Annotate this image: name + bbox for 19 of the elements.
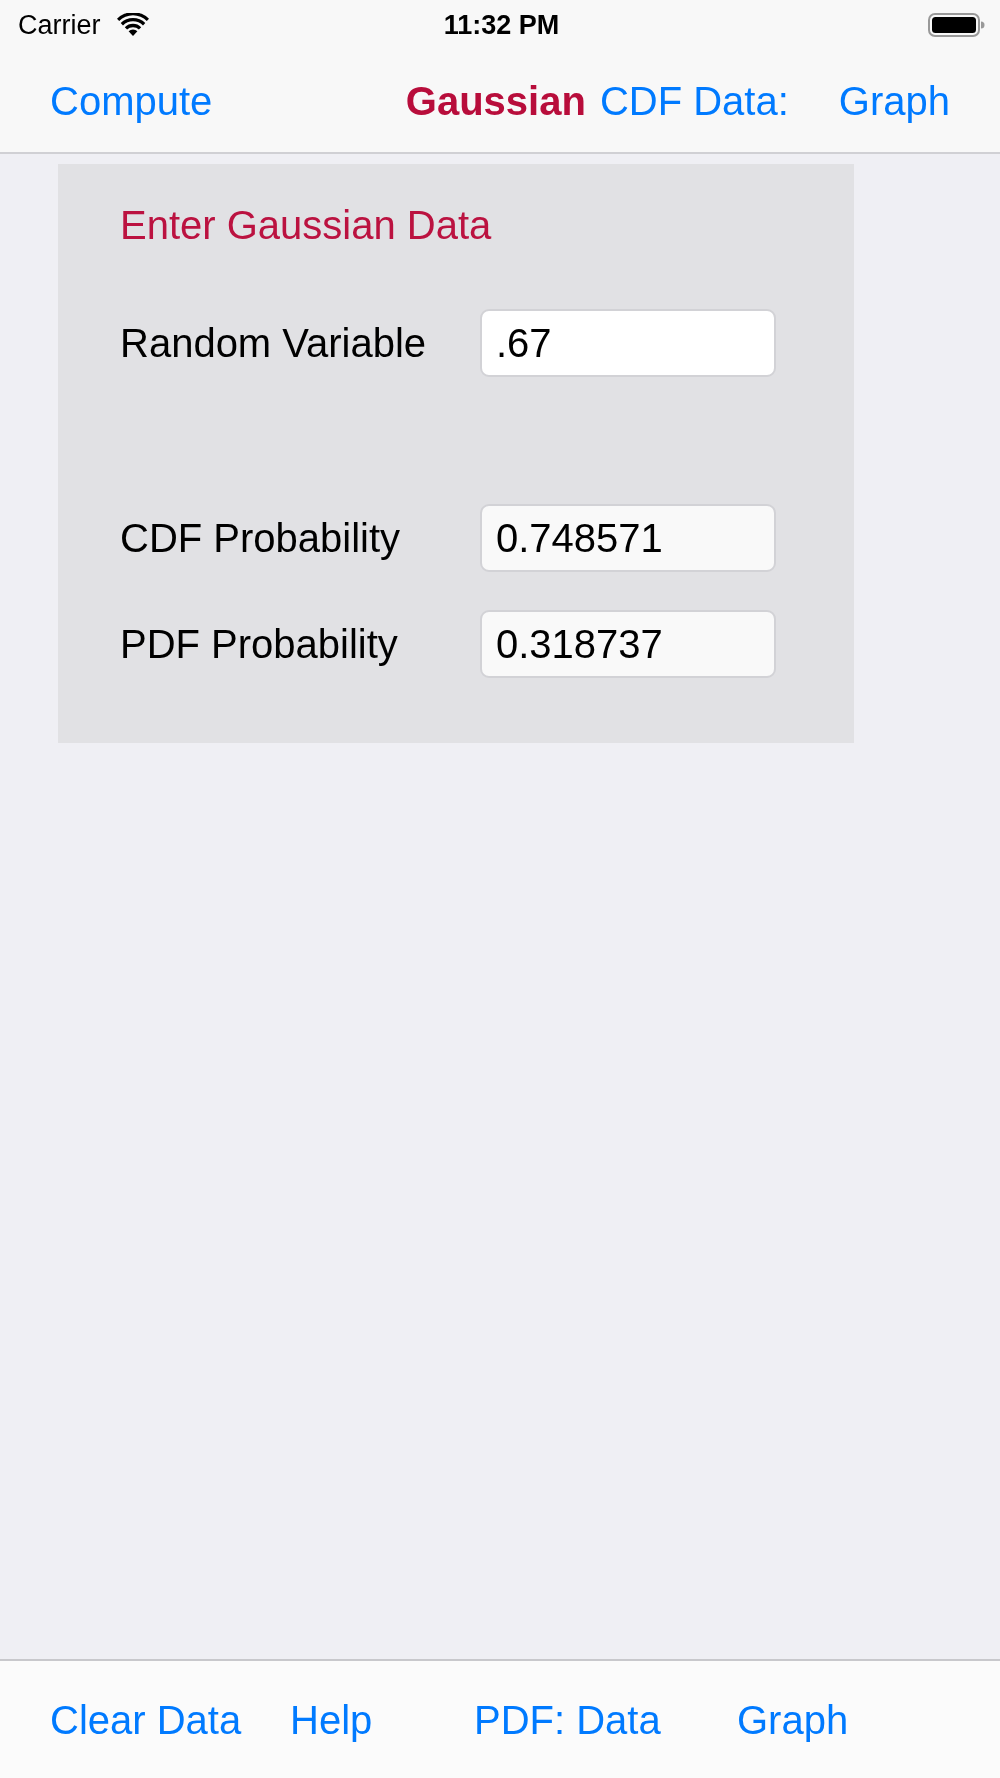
result-field[interactable]: 0.318737: [480, 610, 776, 678]
result-field[interactable]: 0.748571: [480, 504, 776, 572]
time-label: 11:32 PM: [443, 9, 560, 41]
field-label: CDF Probability: [120, 515, 401, 562]
panel-heading: Enter Gaussian Data: [120, 202, 492, 249]
compute-button[interactable]: Compute: [50, 77, 213, 125]
input-field[interactable]: .67: [480, 309, 776, 377]
nav-button[interactable]: Graph: [838, 77, 950, 125]
carrier-label: Carrier: [18, 9, 101, 41]
toolbar-button[interactable]: PDF: Data: [474, 1695, 661, 1744]
wifi-icon: [116, 13, 149, 37]
battery-icon: [928, 13, 985, 37]
toolbar-button[interactable]: Clear Data: [50, 1695, 242, 1744]
field-label: Random Variable: [120, 320, 427, 367]
nav-button[interactable]: CDF Data:: [599, 77, 789, 125]
field-label: PDF Probability: [120, 621, 398, 668]
toolbar-button[interactable]: Graph: [737, 1695, 849, 1744]
nav-title: Gaussian: [405, 78, 586, 125]
toolbar-button[interactable]: Help: [290, 1695, 373, 1744]
